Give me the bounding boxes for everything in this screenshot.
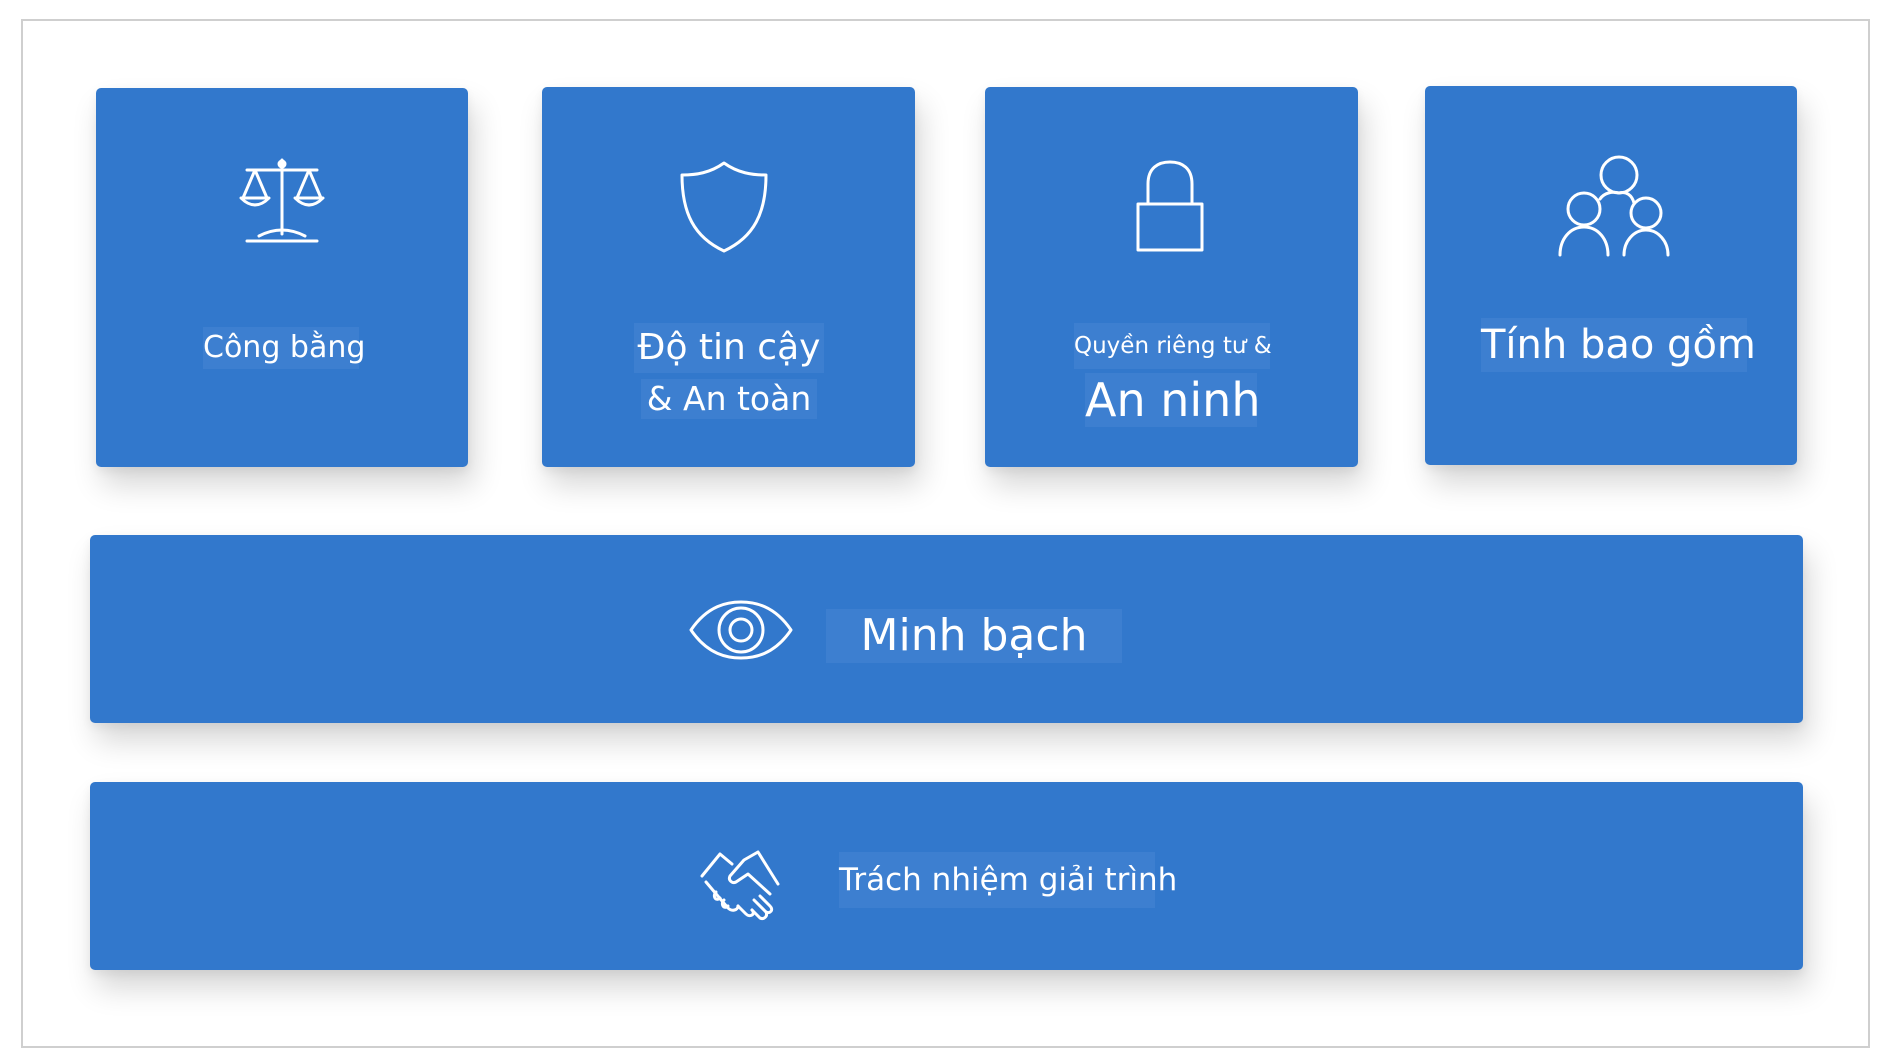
eye-icon	[688, 599, 794, 661]
label-privacy-line1: Quyền riêng tư &	[1074, 323, 1272, 369]
label-privacy-line2: An ninh	[1085, 373, 1261, 427]
people-icon	[1556, 153, 1676, 257]
card-inclusiveness: Tính bao gồm	[1425, 86, 1797, 465]
label-inclusiveness: Tính bao gồm	[1481, 318, 1756, 372]
shield-icon	[678, 159, 770, 255]
label-reliability-line2: & An toàn	[641, 379, 817, 419]
handshake-icon	[698, 848, 782, 928]
band-accountability: Trách nhiệm giải trình	[90, 782, 1803, 970]
card-fairness: Công bằng	[96, 88, 468, 467]
card-privacy-security: Quyền riêng tư & An ninh	[985, 87, 1358, 467]
lock-icon	[1134, 158, 1206, 254]
label-reliability-line1: Độ tin cậy	[634, 323, 824, 373]
label-fairness: Công bằng	[203, 327, 365, 369]
card-reliability-safety: Độ tin cậy & An toàn	[542, 87, 915, 467]
label-transparency: Minh bạch	[826, 609, 1122, 663]
label-accountability: Trách nhiệm giải trình	[839, 852, 1177, 908]
band-transparency: Minh bạch	[90, 535, 1803, 723]
scales-icon	[237, 156, 327, 248]
